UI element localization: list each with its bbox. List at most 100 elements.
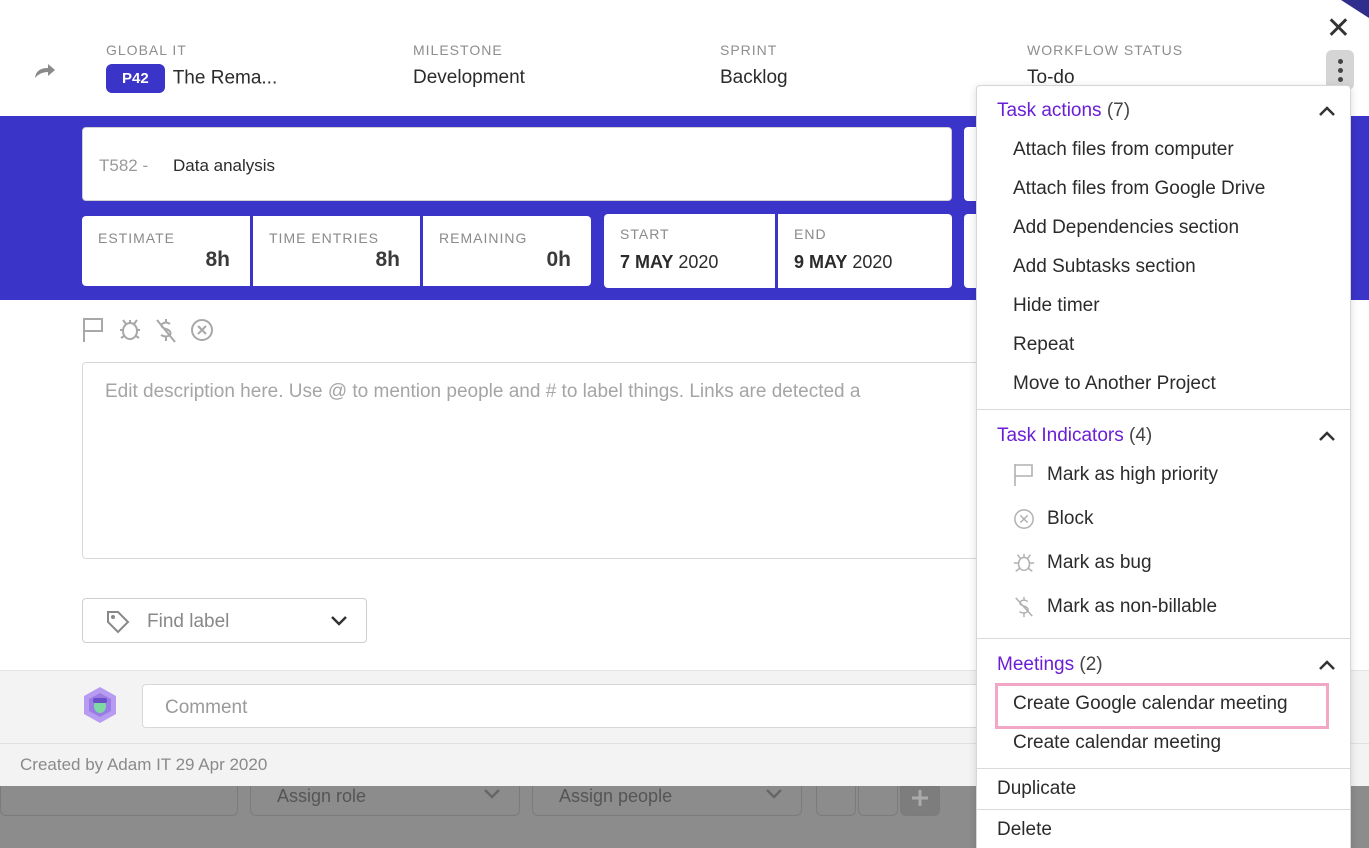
task-indicators-title: Task Indicators — [997, 425, 1124, 446]
task-indicators-count: (4) — [1129, 425, 1153, 446]
find-label-select[interactable]: Find label — [82, 598, 367, 643]
create-google-calendar-meeting-item[interactable]: Create Google calendar meeting — [1013, 693, 1288, 715]
end-date-field[interactable]: END 9 MAY 2020 — [778, 214, 952, 288]
mark-high-priority-label: Mark as high priority — [1047, 464, 1219, 485]
project-label: GLOBAL IT — [106, 42, 187, 58]
end-year: 2020 — [847, 252, 893, 272]
create-calendar-meeting-item[interactable]: Create calendar meeting — [1013, 732, 1221, 754]
block-icon[interactable] — [190, 316, 214, 344]
start-label: START — [620, 226, 670, 242]
sprint-label: SPRINT — [720, 42, 778, 58]
attach-files-google-drive-item[interactable]: Attach files from Google Drive — [1013, 178, 1265, 200]
mark-high-priority-item[interactable]: Mark as high priority — [1013, 463, 1218, 487]
remaining-field: REMAINING 0h — [423, 216, 591, 286]
meetings-title: Meetings — [997, 654, 1075, 675]
task-title-field[interactable]: T582 - Data analysis — [82, 127, 952, 201]
avatar — [84, 687, 116, 723]
mark-non-billable-item[interactable]: Mark as non-billable — [1013, 595, 1217, 619]
overlay-button — [816, 786, 856, 816]
milestone-field[interactable]: MILESTONE Development — [413, 42, 525, 89]
estimate-value: 8h — [205, 248, 230, 271]
overlay-button — [858, 786, 898, 816]
add-dependencies-item[interactable]: Add Dependencies section — [1013, 217, 1239, 239]
start-year: 2020 — [673, 252, 719, 272]
chevron-down-icon — [331, 616, 347, 626]
menu-divider — [977, 638, 1350, 639]
task-actions-count: (7) — [1106, 100, 1131, 121]
task-indicators-header[interactable]: Task Indicators (4) — [997, 425, 1152, 447]
more-options-icon[interactable] — [1326, 50, 1354, 90]
block-item[interactable]: Block — [1013, 507, 1093, 531]
assign-people-select: Assign people — [532, 786, 802, 816]
time-entries-label: TIME ENTRIES — [269, 230, 380, 246]
chevron-up-icon[interactable] — [1318, 429, 1336, 443]
end-label: END — [794, 226, 827, 242]
assign-people-label: Assign people — [559, 786, 673, 806]
workflow-status-label: WORKFLOW STATUS — [1027, 42, 1184, 58]
description-placeholder: Edit description here. Use @ to mention … — [105, 381, 861, 402]
meetings-count: (2) — [1079, 654, 1103, 675]
flag-icon[interactable] — [82, 316, 106, 344]
mark-bug-item[interactable]: Mark as bug — [1013, 551, 1152, 575]
attach-files-computer-item[interactable]: Attach files from computer — [1013, 139, 1234, 161]
flag-icon — [1014, 464, 1033, 486]
comment-placeholder: Comment — [165, 697, 248, 718]
move-to-project-item[interactable]: Move to Another Project — [1013, 373, 1216, 395]
close-icon[interactable]: ✕ — [1326, 14, 1351, 44]
task-id: T582 - — [99, 156, 149, 175]
tag-icon — [107, 611, 130, 634]
sprint-field[interactable]: SPRINT Backlog — [720, 42, 788, 89]
bug-icon — [1013, 553, 1035, 572]
chevron-up-icon[interactable] — [1318, 104, 1336, 118]
overlay-field — [0, 786, 238, 816]
estimate-label: ESTIMATE — [98, 230, 175, 246]
find-label-placeholder: Find label — [147, 611, 230, 632]
task-title: Data analysis — [173, 156, 276, 175]
mark-non-billable-label: Mark as non-billable — [1047, 596, 1218, 617]
hide-timer-item[interactable]: Hide timer — [1013, 295, 1100, 317]
task-actions-title: Task actions — [997, 100, 1102, 121]
add-icon — [900, 786, 940, 816]
non-billable-icon — [1015, 596, 1033, 618]
project-field[interactable]: GLOBAL IT P42 The Rema... — [106, 42, 277, 93]
meetings-header[interactable]: Meetings (2) — [997, 654, 1103, 676]
end-day: 9 MAY — [794, 252, 848, 272]
chevron-up-icon[interactable] — [1318, 658, 1336, 672]
time-entries-field[interactable]: TIME ENTRIES 8h — [253, 216, 420, 286]
comment-input[interactable]: Comment — [142, 684, 1042, 728]
block-icon — [1014, 509, 1034, 529]
chevron-down-icon — [484, 789, 500, 799]
task-options-menu: Task actions (7) Attach files from compu… — [976, 85, 1351, 848]
non-billable-icon[interactable] — [154, 316, 178, 344]
milestone-value: Development — [413, 67, 525, 88]
block-label: Block — [1047, 508, 1094, 529]
bug-icon[interactable] — [118, 316, 142, 344]
task-detail-panel: GLOBAL IT P42 The Rema... MILESTONE Devel… — [0, 0, 1369, 848]
start-day: 7 MAY — [620, 252, 674, 272]
estimate-field[interactable]: ESTIMATE 8h — [82, 216, 250, 286]
created-info: Created by Adam IT 29 Apr 2020 — [20, 755, 268, 774]
duplicate-item[interactable]: Duplicate — [997, 778, 1076, 800]
milestone-label: MILESTONE — [413, 42, 503, 58]
chevron-down-icon — [766, 789, 782, 799]
assign-role-select: Assign role — [250, 786, 520, 816]
task-actions-header[interactable]: Task actions (7) — [997, 100, 1130, 122]
time-entries-value: 8h — [375, 248, 400, 271]
delete-item[interactable]: Delete — [997, 819, 1052, 841]
start-date-field[interactable]: START 7 MAY 2020 — [604, 214, 775, 288]
mark-bug-label: Mark as bug — [1047, 552, 1152, 573]
remaining-value: 0h — [546, 248, 571, 271]
task-indicator-icons — [82, 316, 214, 344]
add-subtasks-item[interactable]: Add Subtasks section — [1013, 256, 1196, 278]
menu-divider — [977, 409, 1350, 410]
repeat-item[interactable]: Repeat — [1013, 334, 1074, 356]
project-badge: P42 — [106, 64, 165, 93]
menu-divider — [977, 809, 1350, 810]
assign-role-label: Assign role — [277, 786, 367, 806]
redirect-arrow-icon[interactable] — [30, 56, 60, 86]
workflow-status-field[interactable]: WORKFLOW STATUS To-do — [1027, 42, 1183, 89]
menu-divider — [977, 768, 1350, 769]
remaining-label: REMAINING — [439, 230, 528, 246]
sprint-value: Backlog — [720, 67, 788, 88]
description-editor[interactable]: Edit description here. Use @ to mention … — [82, 362, 1012, 559]
